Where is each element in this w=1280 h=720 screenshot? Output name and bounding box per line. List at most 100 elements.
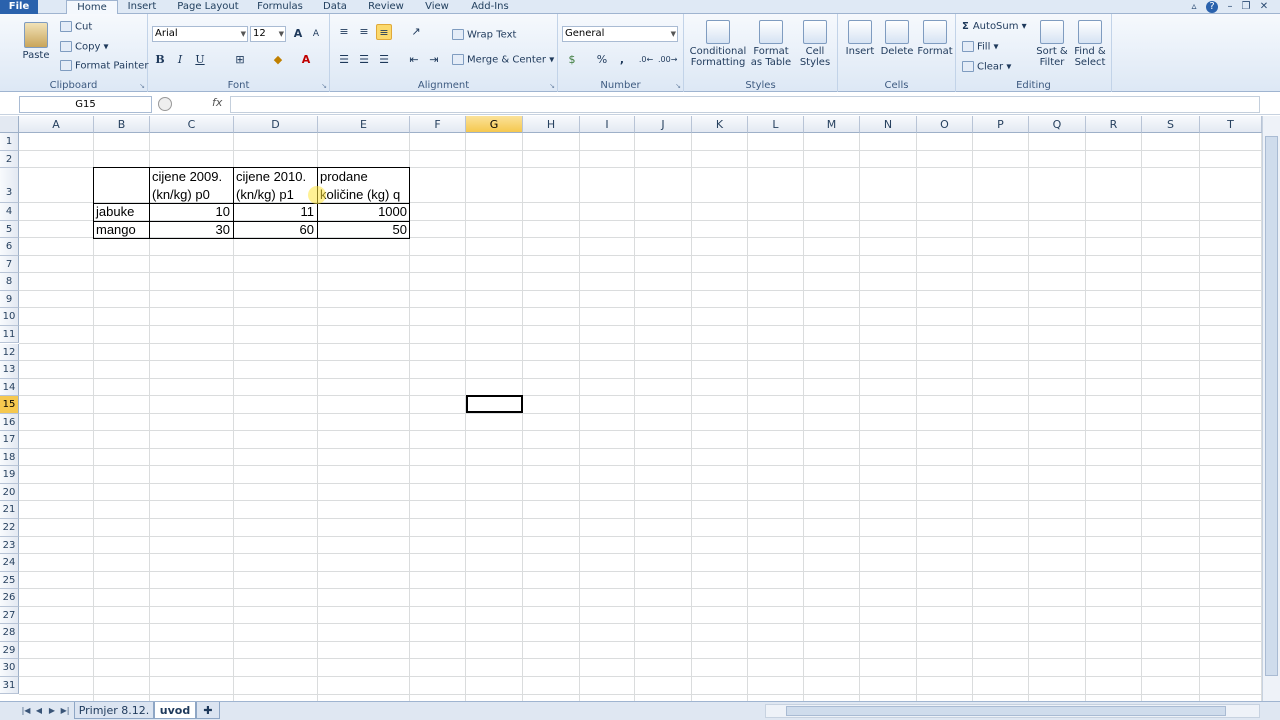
- column-header-i[interactable]: I: [580, 116, 635, 133]
- row-header-29[interactable]: 29: [0, 641, 19, 660]
- row-header-25[interactable]: 25: [0, 571, 19, 590]
- font-name-select[interactable]: Arial ▼: [152, 26, 248, 42]
- font-size-select[interactable]: 12 ▼: [250, 26, 286, 42]
- cell-b4[interactable]: jabuke: [96, 203, 134, 220]
- row-header-8[interactable]: 8: [0, 273, 19, 291]
- cell-c3-line1[interactable]: cijene 2009.: [152, 168, 222, 185]
- sheet-tab-uvod[interactable]: uvod: [154, 702, 196, 719]
- cell-e4[interactable]: 1000: [318, 203, 407, 220]
- cell-c3-line2[interactable]: (kn/kg) p0: [152, 186, 210, 203]
- column-header-l[interactable]: L: [748, 116, 804, 133]
- row-header-1[interactable]: 1: [0, 133, 19, 151]
- column-header-r[interactable]: R: [1086, 116, 1142, 133]
- align-left-icon[interactable]: ☰: [336, 52, 352, 68]
- format-painter-button[interactable]: Format Painter: [60, 60, 148, 73]
- row-header-9[interactable]: 9: [0, 290, 19, 309]
- tab-addins[interactable]: Add-Ins: [466, 0, 514, 14]
- row-header-4[interactable]: 4: [0, 203, 19, 221]
- row-header-12[interactable]: 12: [0, 343, 19, 362]
- horizontal-scrollbar[interactable]: [765, 704, 1260, 718]
- row-header-6[interactable]: 6: [0, 238, 19, 256]
- italic-button[interactable]: I: [172, 52, 188, 68]
- column-header-e[interactable]: E: [318, 116, 410, 133]
- row-header-20[interactable]: 20: [0, 483, 19, 502]
- paste-button[interactable]: Paste: [20, 22, 52, 61]
- cell-b5[interactable]: mango: [96, 221, 136, 238]
- minimize-ribbon-icon[interactable]: ▵: [1188, 1, 1200, 13]
- font-color-icon[interactable]: A: [298, 52, 314, 68]
- comma-button[interactable]: ,: [614, 52, 630, 68]
- column-header-b[interactable]: B: [94, 116, 150, 133]
- window-minimize-icon[interactable]: –: [1224, 1, 1236, 13]
- fill-color-icon[interactable]: ◆: [270, 52, 286, 68]
- row-header-19[interactable]: 19: [0, 466, 19, 484]
- column-header-n[interactable]: N: [860, 116, 917, 133]
- tab-review[interactable]: Review: [362, 0, 410, 14]
- decrease-decimal-icon[interactable]: .00→: [658, 52, 677, 68]
- tab-insert[interactable]: Insert: [122, 0, 162, 14]
- column-header-f[interactable]: F: [410, 116, 466, 133]
- currency-icon[interactable]: $: [564, 52, 580, 68]
- insert-function-button[interactable]: fx: [212, 96, 222, 109]
- column-header-q[interactable]: Q: [1029, 116, 1086, 133]
- insert-cells-button[interactable]: Insert: [842, 20, 878, 57]
- window-close-icon[interactable]: ✕: [1258, 1, 1270, 13]
- increase-decimal-icon[interactable]: .0←: [638, 52, 654, 68]
- new-sheet-icon[interactable]: ✚: [196, 702, 220, 719]
- number-launcher-icon[interactable]: ↘: [675, 82, 681, 90]
- column-header-s[interactable]: S: [1142, 116, 1200, 133]
- align-center-icon[interactable]: ☰: [356, 52, 372, 68]
- format-as-table-button[interactable]: Format as Table: [748, 20, 794, 68]
- row-header-14[interactable]: 14: [0, 378, 19, 397]
- vertical-scroll-thumb[interactable]: [1265, 136, 1278, 676]
- autosum-button[interactable]: Σ AutoSum ▾: [962, 21, 1027, 33]
- active-cell-selection[interactable]: [466, 395, 523, 413]
- column-header-o[interactable]: O: [917, 116, 973, 133]
- delete-cells-button[interactable]: Delete: [878, 20, 916, 57]
- cell-e3-line1[interactable]: prodane: [320, 168, 368, 185]
- borders-icon[interactable]: ⊞: [232, 52, 248, 68]
- underline-button[interactable]: U: [192, 52, 208, 68]
- sort-filter-button[interactable]: Sort & Filter: [1032, 20, 1072, 68]
- cell-e3-line2[interactable]: količine (kg) q: [320, 186, 400, 203]
- cell-styles-button[interactable]: Cell Styles: [796, 20, 834, 68]
- cell-d3-line1[interactable]: cijene 2010.: [236, 168, 306, 185]
- number-format-select[interactable]: General ▼: [562, 26, 678, 42]
- column-header-h[interactable]: H: [523, 116, 580, 133]
- first-sheet-icon[interactable]: |◀: [20, 704, 32, 718]
- tab-file[interactable]: File: [0, 0, 38, 14]
- clipboard-launcher-icon[interactable]: ↘: [139, 82, 145, 90]
- row-header-15[interactable]: 15: [0, 396, 19, 414]
- select-all-corner[interactable]: [0, 116, 19, 133]
- horizontal-scroll-thumb[interactable]: [786, 706, 1226, 716]
- cell-c5[interactable]: 30: [150, 221, 230, 238]
- cell-d4[interactable]: 11: [234, 203, 315, 220]
- row-header-24[interactable]: 24: [0, 554, 19, 572]
- formula-input[interactable]: [230, 96, 1260, 113]
- column-header-j[interactable]: J: [635, 116, 692, 133]
- copy-button[interactable]: Copy ▾: [60, 41, 109, 54]
- tab-home[interactable]: Home: [66, 0, 118, 15]
- align-bottom-icon[interactable]: ≡: [376, 24, 392, 40]
- tab-data[interactable]: Data: [318, 0, 352, 14]
- formula-cancel-icon[interactable]: [158, 97, 172, 111]
- row-header-23[interactable]: 23: [0, 536, 19, 555]
- help-icon[interactable]: ?: [1206, 1, 1218, 13]
- row-header-30[interactable]: 30: [0, 659, 19, 677]
- merge-center-button[interactable]: Merge & Center ▾: [452, 54, 554, 67]
- row-header-21[interactable]: 21: [0, 501, 19, 519]
- row-header-18[interactable]: 18: [0, 448, 19, 467]
- row-header-28[interactable]: 28: [0, 624, 19, 642]
- align-top-icon[interactable]: ≡: [336, 24, 352, 40]
- row-header-5[interactable]: 5: [0, 220, 19, 239]
- row-header-13[interactable]: 13: [0, 361, 19, 379]
- column-header-d[interactable]: D: [234, 116, 318, 133]
- cut-button[interactable]: Cut: [60, 21, 92, 34]
- sheet-tab-primjer[interactable]: Primjer 8.12.: [74, 702, 154, 719]
- align-middle-icon[interactable]: ≡: [356, 24, 372, 40]
- last-sheet-icon[interactable]: ▶|: [59, 704, 71, 718]
- row-header-10[interactable]: 10: [0, 308, 19, 326]
- vertical-scrollbar[interactable]: [1262, 116, 1280, 701]
- next-sheet-icon[interactable]: ▶: [46, 704, 58, 718]
- column-header-a[interactable]: A: [19, 116, 94, 133]
